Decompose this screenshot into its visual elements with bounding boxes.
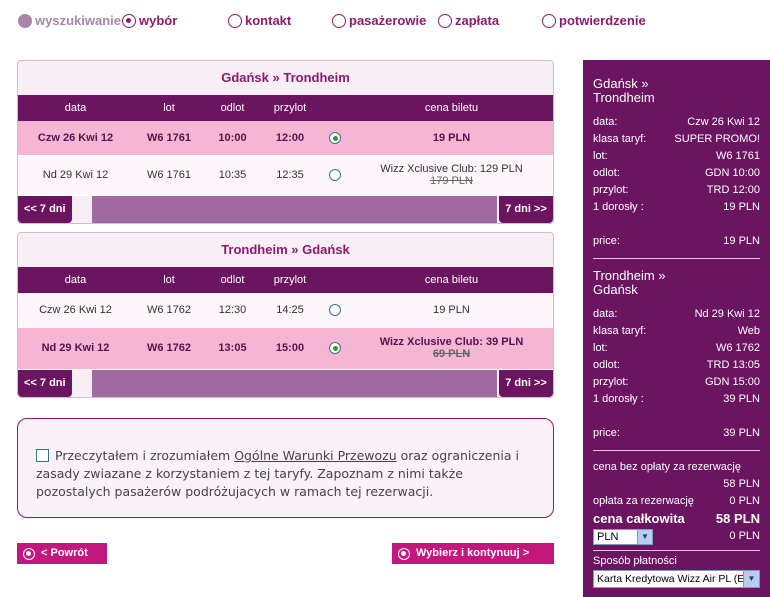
step-done-icon	[18, 13, 32, 28]
table-row[interactable]: Nd 29 Kwi 12 W6 1761 10:35 12:35 Wizz Xc…	[18, 155, 553, 196]
flight-radio[interactable]	[329, 169, 341, 182]
outbound-route-title: Gdańsk » Trondheim	[221, 70, 350, 85]
return-week-nav: << 7 dni 7 dni >>	[18, 369, 553, 397]
table-row[interactable]: Czw 26 Kwi 12 W6 1761 10:00 12:00 19 PLN	[18, 121, 553, 156]
col-select	[320, 95, 350, 121]
booking-summary-sidebar: Gdańsk » Trondheim data: Czw 26 Kwi 12 kl…	[583, 60, 770, 597]
payment-method-select[interactable]: Karta Kredytowa Wizz Air PL (E ▼	[593, 570, 760, 588]
step-todo-icon	[438, 13, 452, 28]
no-fee-label: cena bez opłaty za rezerwację	[593, 461, 741, 473]
summary-row: odlot: GDN 10:00	[593, 167, 760, 179]
chevron-down-icon: ▼	[637, 529, 652, 544]
flight-radio[interactable]	[329, 303, 341, 316]
terms-link[interactable]: Ogólne Warunki Przewozu	[234, 448, 396, 463]
summary-row: data: Nd 29 Kwi 12	[593, 308, 760, 320]
summary-row: odlot: TRD 13:05	[593, 359, 760, 371]
divider	[593, 450, 760, 451]
currency-select[interactable]: PLN ▼	[593, 528, 653, 545]
step-todo-icon	[228, 13, 242, 28]
divider	[593, 550, 760, 551]
chevron-down-icon: ▼	[743, 571, 759, 587]
continue-button[interactable]: Wybierz i kontynuuj >	[392, 543, 554, 564]
step-payment: zapłata	[438, 13, 499, 28]
summary-row: klasa taryf: Web	[593, 325, 760, 337]
currency-row: PLN ▼ 0 PLN	[593, 527, 760, 546]
summary-row: lot: W6 1761	[593, 150, 760, 162]
step-passengers: pasażerowie	[332, 13, 426, 28]
outbound-flights-table: data lot odlot przylot cena biletu Czw 2…	[18, 95, 553, 196]
return-route-title: Trondheim » Gdańsk	[221, 242, 350, 257]
summary-totals: cena bez opłaty za rezerwację 58 PLN opł…	[593, 459, 760, 588]
circle-arrow-icon	[398, 547, 410, 560]
table-row[interactable]: Czw 26 Kwi 12 W6 1762 12:30 14:25 19 PLN	[18, 293, 553, 328]
step-todo-icon	[332, 13, 346, 28]
summary-row: przylot: GDN 15:00	[593, 376, 760, 388]
col-departure: odlot	[205, 95, 260, 121]
outbound-week-nav: << 7 dni 7 dni >>	[18, 195, 553, 223]
outbound-next-week-button[interactable]: 7 dni >>	[499, 195, 553, 223]
summary-outbound-price: price: 19 PLN	[593, 235, 760, 247]
terms-checkbox[interactable]	[36, 449, 49, 462]
col-select	[320, 267, 350, 293]
summary-return-price: price: 39 PLN	[593, 427, 760, 439]
step-contact: kontakt	[228, 13, 291, 28]
col-price: cena biletu	[350, 95, 553, 121]
col-arrival: przylot	[260, 267, 320, 293]
old-price: 179 PLN	[430, 175, 473, 187]
summary-outbound-details: data: Czw 26 Kwi 12 klasa taryf: SUPER PRO…	[593, 114, 760, 250]
return-next-week-button[interactable]: 7 dni >>	[499, 369, 553, 397]
table-row[interactable]: Nd 29 Kwi 12 W6 1762 13:05 15:00 Wizz Xc…	[18, 327, 553, 370]
summary-row: 1 dorosły :19 PLN	[593, 201, 760, 213]
col-flight: lot	[133, 95, 205, 121]
summary-row: 1 dorosły :39 PLN	[593, 393, 760, 405]
col-departure: odlot	[205, 267, 260, 293]
summary-outbound-route: Gdańsk » Trondheim	[593, 76, 655, 105]
col-price: cena biletu	[350, 267, 553, 293]
outbound-prev-week-button[interactable]: << 7 dni	[18, 195, 72, 223]
col-date: data	[18, 267, 133, 293]
col-flight: lot	[133, 267, 205, 293]
divider	[593, 258, 760, 259]
summary-row: data: Czw 26 Kwi 12	[593, 116, 760, 128]
no-fee-value: 58 PLN	[723, 478, 760, 490]
circle-arrow-icon	[23, 547, 35, 560]
step-search[interactable]: wyszukiwanie	[18, 13, 121, 28]
booking-fee: opłata za rezerwację 0 PLN	[593, 495, 760, 507]
progress-steps: wyszukiwanie wybór kontakt pasażerowie z…	[0, 10, 770, 34]
old-price: 69 PLN	[432, 348, 471, 360]
terms-box: Przeczytałem i zrozumiałem Ogólne Warunk…	[17, 418, 554, 518]
col-arrival: przylot	[260, 95, 320, 121]
summary-return-details: data: Nd 29 Kwi 12 klasa taryf: Web lot: W6…	[593, 306, 760, 442]
flight-radio-selected[interactable]	[329, 342, 341, 355]
return-flights-panel: Trondheim » Gdańsk data lot odlot przylo…	[17, 232, 554, 398]
col-date: data	[18, 95, 133, 121]
summary-row: klasa taryf: SUPER PROMO!	[593, 133, 760, 145]
outbound-flights-panel: Gdańsk » Trondheim data lot odlot przylo…	[17, 60, 554, 224]
step-selection: wybór	[122, 13, 177, 28]
payment-method-label: Sposób płatności	[593, 555, 677, 567]
return-flights-table: data lot odlot przylot cena biletu Czw 2…	[18, 267, 553, 370]
back-button[interactable]: < Powrót	[17, 543, 107, 564]
flight-radio-selected[interactable]	[329, 131, 341, 144]
summary-row: lot: W6 1762	[593, 342, 760, 354]
summary-row: przylot: TRD 12:00	[593, 184, 760, 196]
step-active-icon	[122, 13, 136, 28]
total-price: cena całkowita 58 PLN	[593, 511, 760, 526]
step-confirmation: potwierdzenie	[542, 13, 646, 28]
return-prev-week-button[interactable]: << 7 dni	[18, 369, 72, 397]
step-todo-icon	[542, 13, 556, 28]
summary-return-route: Trondheim » Gdańsk	[593, 268, 666, 297]
